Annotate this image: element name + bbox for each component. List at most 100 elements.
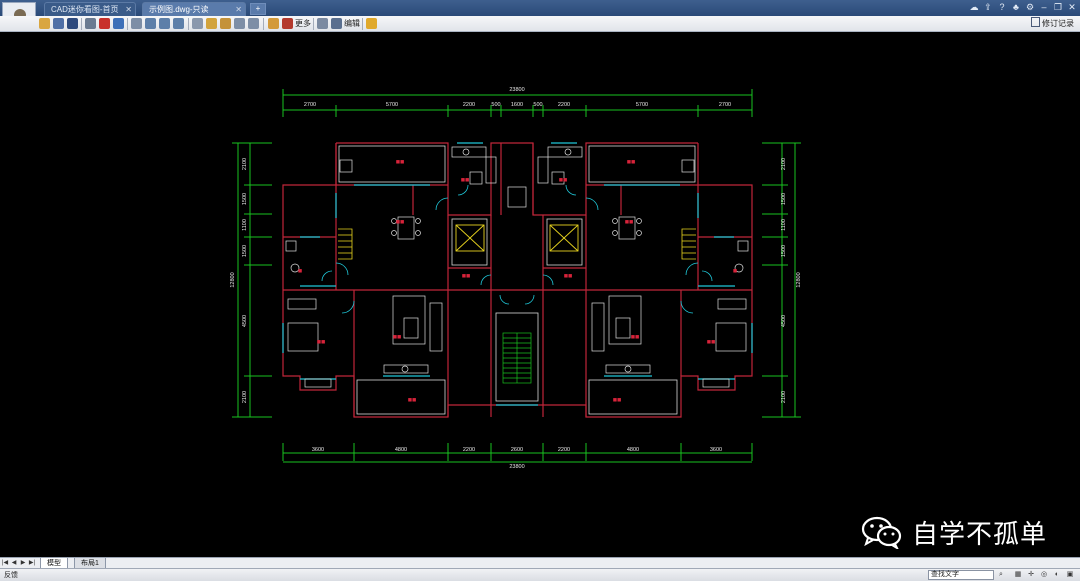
dim-right-6: 2100 <box>781 391 787 403</box>
dim-right-1: 2100 <box>781 158 787 170</box>
tab-drawing[interactable]: 示例图.dwg-只读 ✕ <box>142 2 246 16</box>
restore-icon[interactable]: ❐ <box>1052 1 1064 14</box>
status-bar: 反馈 查找文字 ⌕ ▦ ✛ ◎ ◐ ▣ <box>0 568 1080 581</box>
svg-text:■■: ■■ <box>393 335 402 340</box>
dim-right-total: 12800 <box>796 272 802 287</box>
help-icon[interactable]: ? <box>996 1 1008 14</box>
dim-top-7: 2200 <box>558 102 570 108</box>
next-layout-icon[interactable]: ▶ <box>19 559 27 568</box>
pdf-icon[interactable] <box>99 18 110 29</box>
dim-top-9: 2700 <box>719 102 731 108</box>
dimension-labels: 23800 2700 5700 2200 500 1600 500 2200 5… <box>230 87 802 470</box>
undo-icon[interactable] <box>234 18 245 29</box>
dim-top-8: 5700 <box>636 102 648 108</box>
tab-home-label: CAD迷你看图-首页 <box>51 5 119 14</box>
svg-text:■■: ■■ <box>408 398 417 403</box>
dim-bottom-5: 2200 <box>558 447 570 453</box>
dim-left-2: 1500 <box>242 193 248 205</box>
svg-text:■■: ■■ <box>613 398 622 403</box>
drawing-canvas[interactable]: 23800 2700 5700 2200 500 1600 500 2200 5… <box>0 33 1080 557</box>
last-layout-icon[interactable]: ▶| <box>28 559 36 568</box>
more-button[interactable]: 更多 <box>295 17 311 31</box>
svg-text:■■: ■■ <box>627 160 636 165</box>
dim-left-4: 1500 <box>242 245 248 257</box>
fullscreen-icon[interactable]: ▣ <box>1065 570 1075 580</box>
tab-drawing-label: 示例图.dwg-只读 <box>149 5 209 14</box>
snap-icon[interactable]: ◎ <box>1039 570 1049 580</box>
wechat-icon <box>860 515 904 551</box>
dim-bottom-1: 3600 <box>312 447 324 453</box>
svg-text:■: ■ <box>298 269 302 274</box>
more-icon[interactable] <box>282 18 293 29</box>
walls <box>282 142 753 418</box>
new-tab-button[interactable]: + <box>250 3 266 15</box>
dim-top-4: 500 <box>491 102 500 108</box>
dim-right-3: 1100 <box>781 219 787 231</box>
tab-home[interactable]: CAD迷你看图-首页 ✕ <box>44 2 136 16</box>
svg-text:■■: ■■ <box>625 220 634 225</box>
layout-tab-bar: |◀ ◀ ▶ ▶| 模型 布局1 <box>0 557 1080 569</box>
save-as-icon[interactable] <box>67 18 78 29</box>
dim-top-2: 5700 <box>386 102 398 108</box>
grid-icon[interactable]: ▦ <box>1013 570 1023 580</box>
layers-icon[interactable] <box>268 18 279 29</box>
dim-left-1: 2100 <box>242 158 248 170</box>
cloud-icon[interactable]: ☁ <box>968 1 980 14</box>
dim-right-2: 1500 <box>781 193 787 205</box>
dim-bottom-4: 2600 <box>511 447 523 453</box>
svg-text:■: ■ <box>733 269 737 274</box>
save-icon[interactable] <box>53 18 64 29</box>
watermark: 自学不孤单 <box>860 512 1047 552</box>
markup-icon[interactable] <box>220 18 231 29</box>
export-icon[interactable] <box>113 18 124 29</box>
cad-viewer-window: CAD迷你看图-首页 ✕ 示例图.dwg-只读 ✕ + ☁ ⇪ ? ♣ ⚙ – … <box>0 0 1080 581</box>
doors <box>321 184 713 314</box>
crosshair-icon[interactable]: ✛ <box>1026 570 1036 580</box>
measure-icon[interactable] <box>317 18 328 29</box>
dim-top-total: 23800 <box>509 87 524 93</box>
floor-plan: 23800 2700 5700 2200 500 1600 500 2200 5… <box>230 87 802 470</box>
revision-history-button[interactable]: 修订记录 <box>1031 17 1074 31</box>
svg-text:■■: ■■ <box>707 340 716 345</box>
dim-right-5: 4500 <box>781 315 787 327</box>
redo-icon[interactable] <box>248 18 259 29</box>
close-tab-icon[interactable]: ✕ <box>125 3 132 16</box>
window-controls: ☁ ⇪ ? ♣ ⚙ – ❐ ✕ <box>968 1 1078 15</box>
dim-top-3: 2200 <box>463 102 475 108</box>
feedback-button[interactable]: 反馈 <box>4 570 18 581</box>
pan-icon[interactable] <box>131 18 142 29</box>
background-color-icon[interactable]: ◐ <box>1052 570 1062 580</box>
open-icon[interactable] <box>39 18 50 29</box>
upload-icon[interactable]: ⇪ <box>982 1 994 14</box>
dim-top-5: 1600 <box>511 102 523 108</box>
svg-text:■■: ■■ <box>461 178 470 183</box>
text-icon[interactable] <box>192 18 203 29</box>
elevators <box>455 224 579 252</box>
room-tags: ■■ ■■ ■■ ■■ ■■ ■■ ■■ ■■ ■■ ■■ ■■ ■■ ■■ ■■ ■ ■ <box>298 160 737 403</box>
pencil-icon[interactable] <box>206 18 217 29</box>
dim-bottom-7: 3600 <box>710 447 722 453</box>
edit-icon[interactable] <box>331 18 342 29</box>
minimize-icon[interactable]: – <box>1038 1 1050 14</box>
skin-icon[interactable]: ♣ <box>1010 1 1022 14</box>
zoom-in-icon[interactable] <box>159 18 170 29</box>
dim-bottom-total: 23800 <box>509 464 524 470</box>
close-icon[interactable]: ✕ <box>1066 1 1078 14</box>
search-text-input[interactable]: 查找文字 <box>928 570 994 580</box>
close-tab-icon[interactable]: ✕ <box>235 3 242 16</box>
stairs <box>502 332 532 384</box>
svg-text:■■: ■■ <box>564 274 573 279</box>
settings-icon[interactable]: ⚙ <box>1024 1 1036 14</box>
dim-left-6: 2100 <box>242 391 248 403</box>
vip-icon[interactable] <box>366 18 377 29</box>
zoom-out-icon[interactable] <box>173 18 184 29</box>
first-layout-icon[interactable]: |◀ <box>1 559 9 568</box>
dim-bottom-2: 4800 <box>395 447 407 453</box>
dim-left-total: 12800 <box>230 272 236 287</box>
search-icon[interactable]: ⌕ <box>996 570 1006 580</box>
print-icon[interactable] <box>85 18 96 29</box>
zoom-window-icon[interactable] <box>145 18 156 29</box>
prev-layout-icon[interactable]: ◀ <box>10 559 18 568</box>
dim-bottom-6: 4800 <box>627 447 639 453</box>
edit-button[interactable]: 编辑 <box>344 17 360 31</box>
